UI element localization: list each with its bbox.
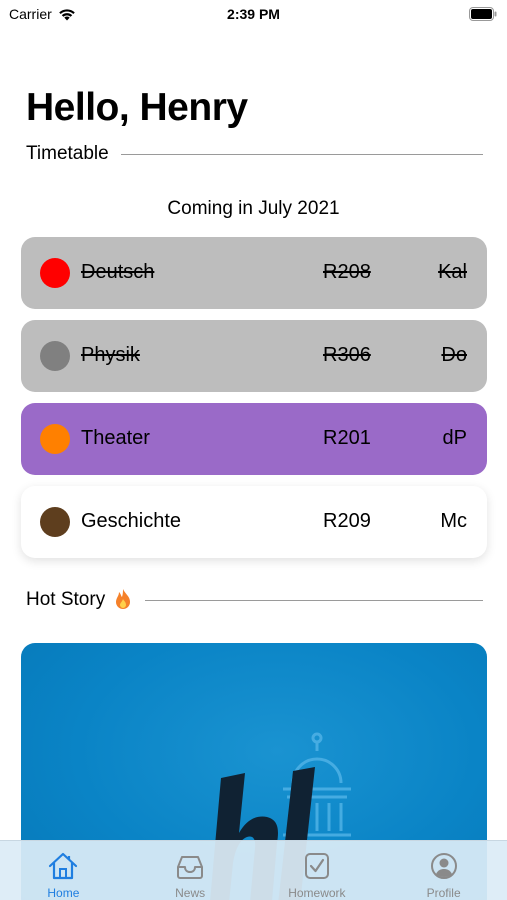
lesson-card-physik[interactable]: Physik R306 Do	[21, 320, 487, 392]
checkbox-icon	[304, 853, 329, 879]
lesson-card-geschichte[interactable]: Geschichte R209 Mc	[21, 486, 487, 558]
lesson-room: R208	[323, 261, 371, 283]
tab-label: Profile	[426, 886, 461, 900]
timetable-divider	[120, 153, 483, 155]
tab-bar: Home News Homework Profile	[0, 840, 507, 900]
status-bar: Carrier 2:39 PM	[0, 0, 507, 30]
lesson-teacher: Do	[441, 344, 467, 366]
lesson-room: R306	[323, 344, 371, 366]
tab-news[interactable]: News	[127, 841, 254, 900]
house-icon	[49, 852, 78, 880]
lesson-color-dot	[40, 424, 70, 454]
timetable-label: Timetable	[26, 143, 109, 164]
lesson-color-dot	[40, 507, 70, 537]
lesson-teacher: dP	[442, 427, 467, 449]
hot-story-divider	[145, 599, 483, 601]
tab-label: Homework	[288, 886, 346, 900]
lesson-room: R201	[323, 427, 371, 449]
lesson-card-theater[interactable]: Theater R201 dP	[21, 403, 487, 475]
greeting-title: Hello, Henry	[26, 86, 248, 129]
lesson-subject: Physik	[81, 344, 140, 366]
tray-icon	[177, 856, 204, 879]
hot-story-header: Hot Story	[26, 588, 483, 612]
lesson-teacher: Mc	[440, 510, 467, 532]
tab-homework[interactable]: Homework	[254, 841, 381, 900]
tab-label: Home	[47, 886, 80, 900]
coming-label: Coming in July 2021	[167, 198, 340, 219]
clock: 2:39 PM	[227, 6, 280, 22]
hot-story-label: Hot Story	[26, 589, 106, 610]
lesson-card-deutsch[interactable]: Deutsch R208 Kal	[21, 237, 487, 309]
lesson-subject: Deutsch	[81, 261, 155, 283]
battery-icon	[469, 7, 497, 21]
lesson-subject: Geschichte	[81, 510, 182, 532]
fire-icon	[116, 589, 131, 609]
lesson-room: R209	[323, 510, 371, 532]
tab-home[interactable]: Home	[0, 841, 127, 900]
lesson-color-dot	[40, 341, 70, 371]
lesson-color-dot	[40, 258, 70, 288]
tab-label: News	[175, 886, 206, 900]
tab-profile[interactable]: Profile	[380, 841, 507, 900]
lesson-teacher: Kal	[438, 261, 467, 283]
person-circle-icon	[430, 853, 457, 879]
lesson-subject: Theater	[81, 427, 150, 449]
timetable-header: Timetable	[26, 143, 483, 165]
